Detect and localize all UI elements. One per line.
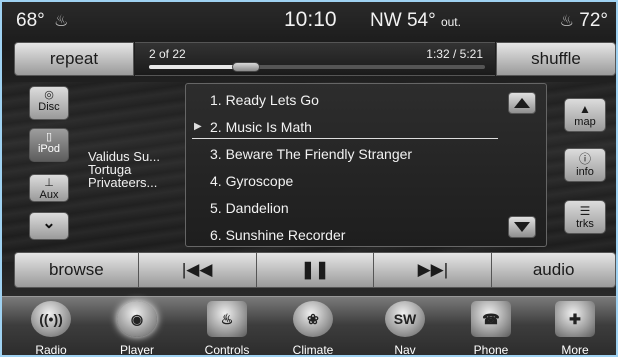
track-item[interactable]: 1. Ready Lets Go [192,88,498,112]
dock-label: Player [119,343,154,357]
track-list: 1. Ready Lets Go ▶ 2. Music Is Math 3. B… [185,83,547,247]
climate-icon: ❀ [293,301,333,337]
heading: NW [370,10,402,31]
info-button[interactable]: ⓘ info [564,148,606,182]
dock-more[interactable]: ✚ More [540,301,610,357]
main-dock: ((•)) Radio ◉ Player ♨ Controls ❀ Climat… [2,296,616,357]
source-ipod-button[interactable]: ▯ iPod [29,128,69,162]
dock-label: Controls [204,343,250,357]
media-screen: 68° ♨ 10:10 NW 54° out. ♨ 72° repeat 2 o… [0,0,618,357]
track-count: 2 of 22 [149,47,186,61]
controls-icon: ♨ [207,301,247,337]
status-bar: 68° ♨ 10:10 NW 54° out. ♨ 72° [2,2,616,38]
track-title: 1. Ready Lets Go [210,92,319,108]
source-aux-button[interactable]: ⊥ Aux [29,174,69,202]
driver-temp-value: 68° [16,10,45,31]
list-icon: ☰ [579,204,591,218]
dock-label: Nav [394,343,416,357]
track-title: 4. Gyroscope [210,173,294,189]
nav-icon: SW [385,301,425,337]
dock-label: More [561,343,589,357]
previous-track-button[interactable]: |◀◀ [138,252,257,288]
previous-icon: |◀◀ [181,260,213,279]
phone-icon: ☎ [471,301,511,337]
outside-label: out. [440,15,461,29]
list-scroll-down-button[interactable] [508,216,536,238]
track-item[interactable]: 4. Gyroscope [192,169,498,193]
track-time: 1:32 / 5:21 [426,47,483,61]
track-title: 2. Music Is Math [210,119,312,135]
track-item-selected[interactable]: ▶ 2. Music Is Math [192,115,498,139]
map-arrow-icon: ▲ [579,102,591,116]
chevron-down-icon: ⌄ [42,215,56,232]
plus-icon: ✚ [555,301,595,337]
audio-button[interactable]: audio [492,252,616,288]
source-disc-button[interactable]: ◎ Disc [29,86,69,120]
radio-icon: ((•)) [31,301,71,337]
map-button[interactable]: ▲ map [564,98,606,132]
track-item[interactable]: 5. Dandelion [192,196,498,220]
trks-label: trks [576,218,594,230]
source-scroll-down-button[interactable]: ⌄ [29,212,69,240]
transport-bar: browse |◀◀ ❚❚ ▶▶| audio [14,252,616,288]
disc-icon: ◎ [44,89,54,101]
ipod-icon: ▯ [45,131,53,143]
progress-knob[interactable] [232,62,261,72]
dock-climate[interactable]: ❀ Climate [278,301,348,357]
driver-temp[interactable]: 68° ♨ [16,10,68,32]
pause-icon: ❚❚ [300,260,330,279]
now-playing-line3: Privateers... [88,175,158,190]
player-icon: ◉ [117,301,157,337]
browse-button[interactable]: browse [14,252,139,288]
map-label: map [574,116,596,128]
now-playing-info: Validus Su... Tortuga Privateers... [88,150,160,189]
dock-nav[interactable]: SW Nav [370,301,440,357]
source-label: Aux [39,189,59,201]
seat-heat-icon: ♨ [54,13,69,30]
repeat-button[interactable]: repeat [14,42,134,76]
dock-label: Phone [473,343,509,357]
clock: 10:10 [284,8,337,31]
dock-radio[interactable]: ((•)) Radio [16,301,86,357]
triangle-up-icon [514,98,530,108]
passenger-temp[interactable]: ♨ 72° [556,10,608,32]
dock-label: Climate [292,343,334,357]
dock-player[interactable]: ◉ Player [102,301,172,357]
source-label: iPod [37,143,61,155]
passenger-temp-value: 72° [579,10,608,31]
track-item[interactable]: 6. Sunshine Recorder [192,223,498,247]
next-icon: ▶▶| [417,260,449,279]
track-title: 6. Sunshine Recorder [210,227,346,243]
dock-label: Radio [35,343,67,357]
outside-temp: 54° [406,10,436,31]
info-icon: ⓘ [578,152,591,166]
seat-heat-icon: ♨ [559,13,574,30]
source-label: Disc [38,101,60,113]
pause-button[interactable]: ❚❚ [256,252,375,288]
progress-area: 2 of 22 1:32 / 5:21 [135,42,495,76]
track-title: 3. Beware The Friendly Stranger [210,146,413,162]
dock-phone[interactable]: ☎ Phone [456,301,526,357]
triangle-down-icon [514,222,530,232]
playing-indicator-icon: ▶ [194,121,202,132]
dock-controls[interactable]: ♨ Controls [192,301,262,357]
info-label: info [576,166,594,178]
list-scroll-up-button[interactable] [508,92,536,114]
progress-bar[interactable] [149,62,485,72]
shuffle-button[interactable]: shuffle [496,42,616,76]
track-item[interactable]: 3. Beware The Friendly Stranger [192,142,498,166]
next-track-button[interactable]: ▶▶| [374,252,493,288]
aux-icon: ⊥ [44,177,54,189]
track-title: 5. Dandelion [210,200,289,216]
compass-temp: NW 54° out. [370,10,461,32]
tracks-button[interactable]: ☰ trks [564,200,606,234]
